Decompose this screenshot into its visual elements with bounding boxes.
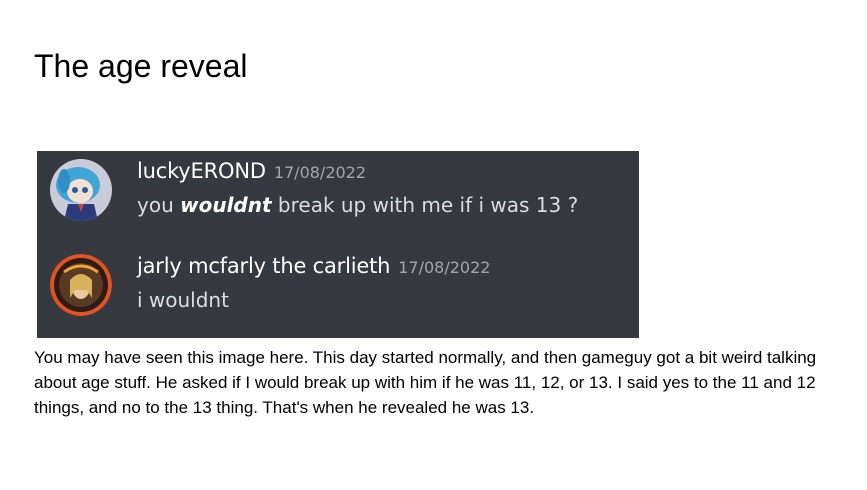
- username[interactable]: jarly mcfarly the carlieth: [137, 254, 390, 278]
- message-text: i wouldnt: [137, 288, 229, 312]
- message-text: you wouldnt break up with me if i was 13…: [137, 193, 578, 217]
- timestamp: 17/08/2022: [398, 258, 491, 277]
- anime-avatar-orange-ring-icon: [50, 254, 112, 316]
- username[interactable]: luckyEROND: [137, 159, 266, 183]
- message-header: luckyEROND 17/08/2022: [137, 159, 366, 183]
- timestamp: 17/08/2022: [273, 163, 367, 182]
- message-header: jarly mcfarly the carlieth 17/08/2022: [137, 254, 490, 278]
- avatar[interactable]: [50, 254, 112, 316]
- caption-paragraph: You may have seen this image here. This …: [34, 348, 817, 417]
- message-text-start: you: [137, 193, 181, 217]
- avatar[interactable]: [50, 159, 112, 221]
- message-text-emphasis: wouldnt: [180, 193, 272, 217]
- message-text-end: break up with me if i was 13 ?: [271, 193, 579, 217]
- chat-screenshot: luckyEROND 17/08/2022 you wouldnt break u…: [37, 151, 639, 338]
- page-title: The age reveal: [34, 48, 248, 84]
- anime-avatar-icon: [50, 159, 112, 221]
